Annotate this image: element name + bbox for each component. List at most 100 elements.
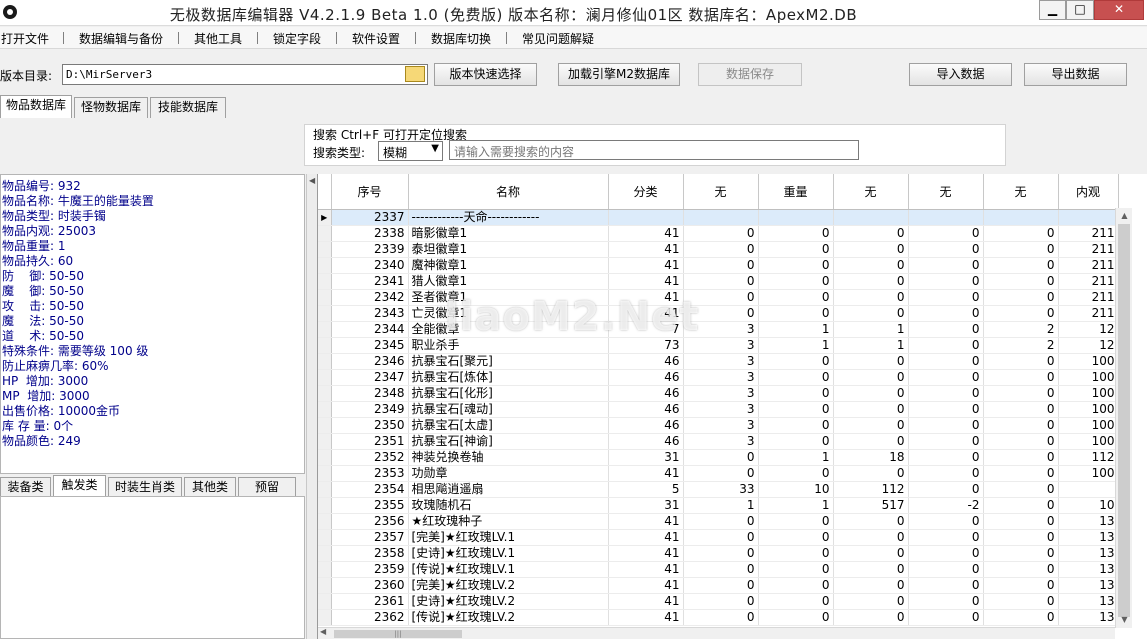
table-cell[interactable]: 0: [908, 465, 984, 482]
table-cell[interactable]: 0: [833, 241, 909, 258]
table-cell[interactable]: 0: [908, 529, 984, 546]
table-cell[interactable]: 魔神徽章1: [408, 257, 609, 274]
tab-skill-db[interactable]: 技能数据库: [150, 97, 226, 118]
table-cell[interactable]: 0: [683, 449, 759, 466]
table-cell[interactable]: 0: [833, 545, 909, 562]
table-cell[interactable]: 1: [758, 497, 834, 514]
table-cell[interactable]: 0: [983, 257, 1059, 274]
table-cell[interactable]: 12: [1058, 337, 1119, 354]
maximize-button[interactable]: □: [1066, 0, 1094, 20]
table-cell[interactable]: 0: [983, 369, 1059, 386]
table-cell[interactable]: 13: [1058, 529, 1119, 546]
tab-reserved[interactable]: 预留: [238, 477, 296, 498]
row-indicator[interactable]: [318, 577, 332, 594]
row-indicator[interactable]: [318, 497, 332, 514]
table-cell[interactable]: 0: [833, 257, 909, 274]
table-cell[interactable]: 0: [758, 465, 834, 482]
table-cell[interactable]: 2353: [331, 465, 409, 482]
table-cell[interactable]: 100: [1058, 433, 1119, 450]
row-indicator[interactable]: [318, 593, 332, 610]
menu-lock-fields[interactable]: 锁定字段: [273, 30, 321, 47]
row-indicator[interactable]: [318, 321, 332, 338]
table-cell[interactable]: [史诗]★红玫瑰LV.1: [408, 545, 609, 562]
table-row[interactable]: 2360 [完美]★红玫瑰LV.2 41 0 0 0 0 0 13: [318, 577, 1119, 594]
row-indicator[interactable]: [318, 513, 332, 530]
table-cell[interactable]: 0: [908, 577, 984, 594]
table-cell[interactable]: [983, 209, 1059, 226]
table-cell[interactable]: 0: [683, 545, 759, 562]
table-cell[interactable]: 0: [833, 369, 909, 386]
table-cell[interactable]: 0: [683, 305, 759, 322]
table-cell[interactable]: 18: [833, 449, 909, 466]
table-cell[interactable]: [683, 209, 759, 226]
table-cell[interactable]: 2362: [331, 609, 409, 626]
table-cell[interactable]: 41: [608, 257, 684, 274]
minimize-button[interactable]: ▁: [1039, 0, 1066, 20]
scroll-thumb[interactable]: [1118, 224, 1130, 617]
table-cell[interactable]: 0: [758, 513, 834, 530]
table-cell[interactable]: 2348: [331, 385, 409, 402]
tab-fashion-zodiac[interactable]: 时装生肖类: [108, 477, 182, 498]
table-cell[interactable]: 0: [683, 609, 759, 626]
table-cell[interactable]: 0: [908, 337, 984, 354]
menu-faq[interactable]: 常见问题解疑: [522, 30, 594, 47]
table-cell[interactable]: 0: [758, 433, 834, 450]
row-indicator[interactable]: [318, 241, 332, 258]
load-engine-button[interactable]: 加载引擎M2数据库: [558, 63, 680, 86]
close-button[interactable]: ✕: [1094, 0, 1144, 20]
column-header[interactable]: 分类: [608, 174, 684, 210]
table-cell[interactable]: [传说]★红玫瑰LV.2: [408, 609, 609, 626]
table-cell[interactable]: 41: [608, 577, 684, 594]
table-cell[interactable]: 46: [608, 369, 684, 386]
table-cell[interactable]: 圣者徽章1: [408, 289, 609, 306]
scroll-left-icon[interactable]: ◀: [320, 627, 326, 636]
table-cell[interactable]: 0: [683, 273, 759, 290]
table-cell[interactable]: 41: [608, 513, 684, 530]
import-data-button[interactable]: 导入数据: [909, 63, 1012, 86]
table-cell[interactable]: 33: [683, 481, 759, 498]
tab-trigger[interactable]: 触发类: [53, 475, 106, 498]
table-cell[interactable]: 2347: [331, 369, 409, 386]
table-cell[interactable]: 3: [683, 369, 759, 386]
tab-other[interactable]: 其他类: [184, 477, 236, 498]
table-cell[interactable]: 0: [983, 401, 1059, 418]
table-cell[interactable]: 0: [908, 401, 984, 418]
table-cell[interactable]: 13: [1058, 593, 1119, 610]
table-cell[interactable]: 0: [833, 305, 909, 322]
table-cell[interactable]: 211: [1058, 305, 1119, 322]
table-cell[interactable]: 0: [758, 369, 834, 386]
table-cell[interactable]: 13: [1058, 577, 1119, 594]
table-cell[interactable]: [608, 209, 684, 226]
table-cell[interactable]: 2356: [331, 513, 409, 530]
row-indicator[interactable]: [318, 481, 332, 498]
table-cell[interactable]: 0: [758, 529, 834, 546]
table-cell[interactable]: 0: [983, 561, 1059, 578]
vertical-scrollbar[interactable]: ▲ ▼: [1115, 208, 1132, 628]
table-cell[interactable]: 0: [983, 593, 1059, 610]
table-cell[interactable]: 7: [608, 321, 684, 338]
table-cell[interactable]: 41: [608, 465, 684, 482]
table-cell[interactable]: 211: [1058, 289, 1119, 306]
row-indicator[interactable]: [318, 545, 332, 562]
dir-input[interactable]: D:\MirServer3: [62, 64, 428, 85]
table-cell[interactable]: 0: [908, 385, 984, 402]
table-cell[interactable]: 41: [608, 609, 684, 626]
table-cell[interactable]: 73: [608, 337, 684, 354]
table-cell[interactable]: 41: [608, 593, 684, 610]
table-cell[interactable]: 46: [608, 385, 684, 402]
row-indicator[interactable]: [318, 225, 332, 242]
table-cell[interactable]: ★红玫瑰种子: [408, 513, 609, 530]
table-cell[interactable]: 亡灵徽章1: [408, 305, 609, 322]
table-cell[interactable]: 0: [833, 561, 909, 578]
table-cell[interactable]: 0: [983, 241, 1059, 258]
table-cell[interactable]: 0: [908, 561, 984, 578]
table-cell[interactable]: 0: [683, 513, 759, 530]
table-cell[interactable]: 0: [833, 225, 909, 242]
table-cell[interactable]: 0: [833, 289, 909, 306]
table-row[interactable]: 2340 魔神徽章1 41 0 0 0 0 0 211: [318, 257, 1119, 274]
table-cell[interactable]: 0: [758, 417, 834, 434]
table-row[interactable]: 2361 [史诗]★红玫瑰LV.2 41 0 0 0 0 0 13: [318, 593, 1119, 610]
table-cell[interactable]: 0: [833, 465, 909, 482]
table-cell[interactable]: 0: [683, 257, 759, 274]
table-row[interactable]: 2348 抗暴宝石[化形] 46 3 0 0 0 0 100: [318, 385, 1119, 402]
